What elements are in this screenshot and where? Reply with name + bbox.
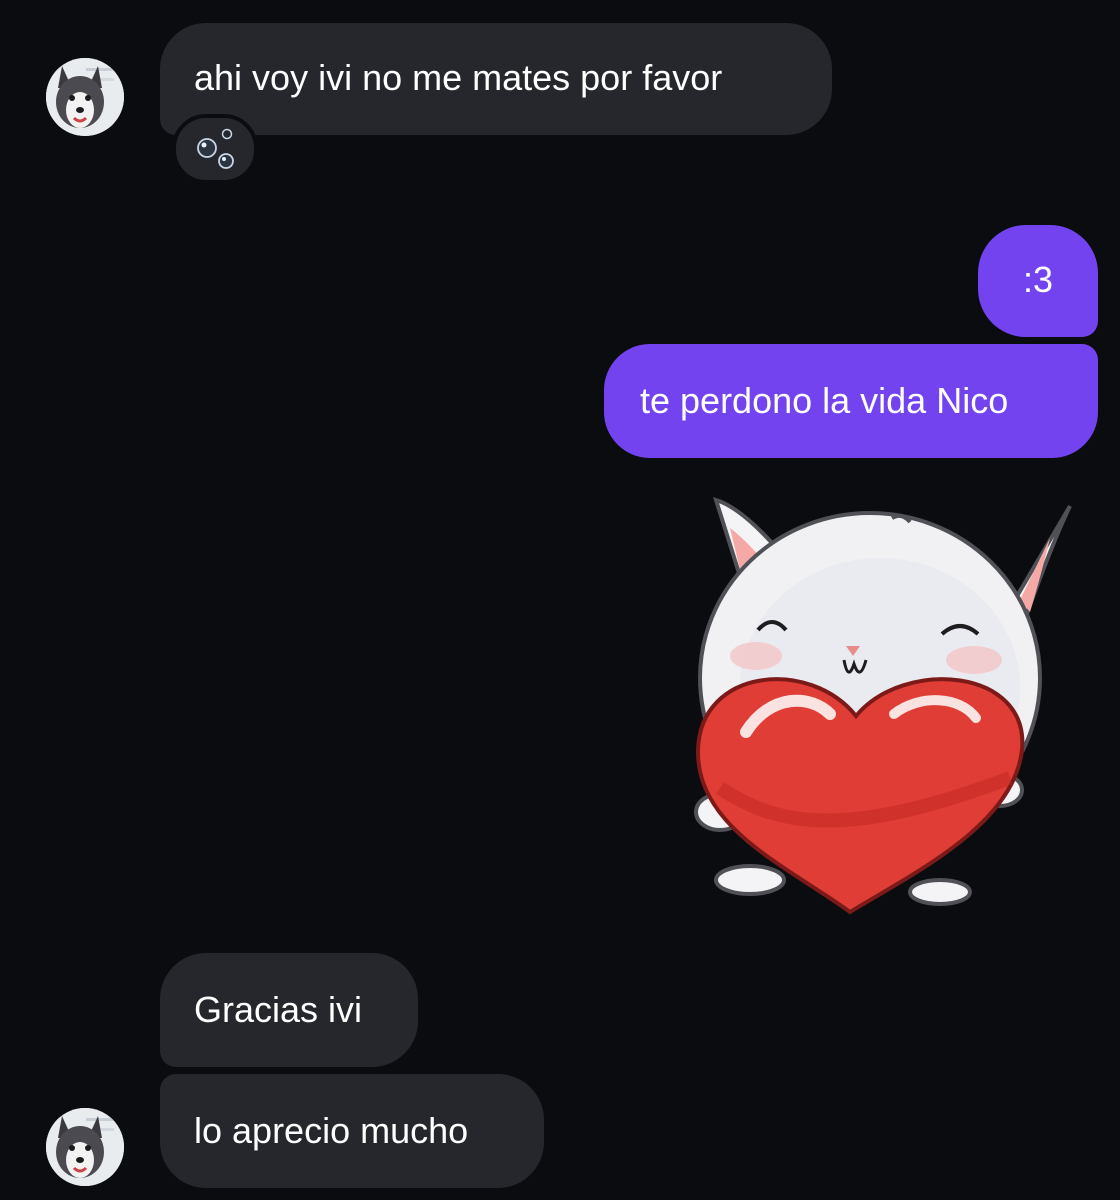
message-bubble-outgoing[interactable]: :3 [978, 225, 1098, 337]
bunny-heart-icon [694, 496, 1072, 915]
bubbles-icon [197, 128, 234, 169]
message-bubble-incoming[interactable]: ahi voy ivi no me mates por favor [160, 23, 832, 135]
husky-dog-icon [46, 1108, 124, 1186]
contact-avatar[interactable] [46, 1108, 124, 1186]
husky-dog-icon [46, 58, 124, 136]
bunny-heart-sticker[interactable] [680, 488, 1080, 928]
message-text: Gracias ivi [194, 989, 363, 1030]
message-bubble-incoming[interactable]: lo aprecio mucho [160, 1074, 544, 1188]
contact-avatar[interactable] [46, 58, 124, 136]
message-bubble-outgoing[interactable]: te perdono la vida Nico [604, 344, 1098, 458]
message-text: ahi voy ivi no me mates por favor [194, 57, 723, 98]
message-reaction[interactable] [172, 114, 258, 184]
message-text: :3 [1022, 259, 1054, 300]
chat-thread[interactable]: ahi voy ivi no me mates por favor :3 te … [0, 0, 1120, 1200]
message-bubble-incoming[interactable]: Gracias ivi [160, 953, 418, 1067]
message-text: te perdono la vida Nico [640, 380, 1009, 421]
message-text: lo aprecio mucho [194, 1110, 469, 1151]
